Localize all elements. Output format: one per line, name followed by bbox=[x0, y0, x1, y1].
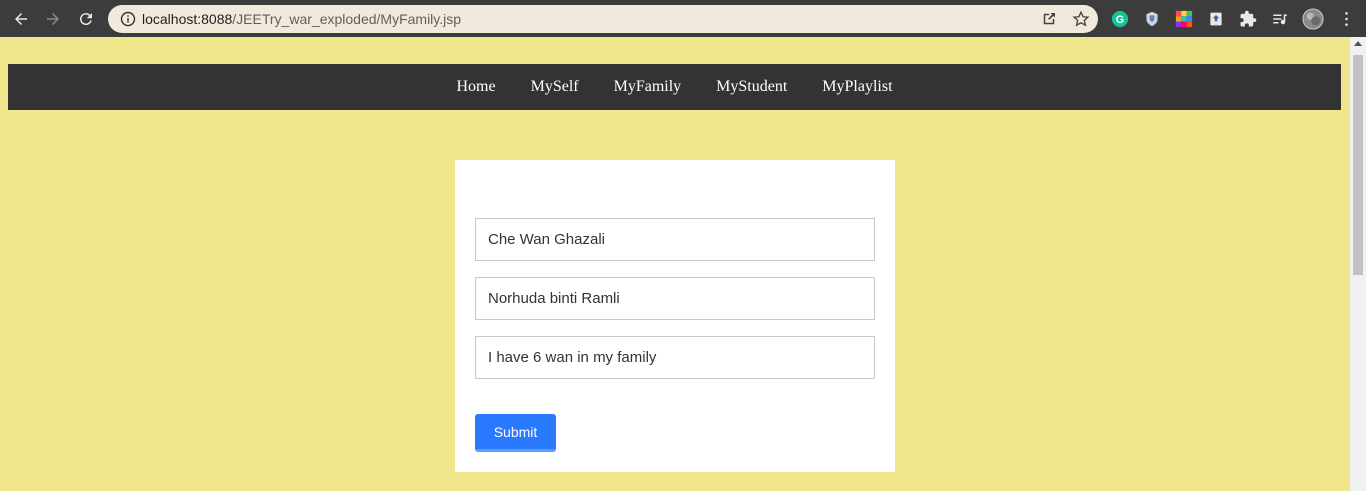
shield-extension-icon[interactable] bbox=[1142, 9, 1162, 29]
submit-button[interactable]: Submit bbox=[475, 414, 556, 452]
url-host: localhost:8088 bbox=[142, 11, 233, 27]
svg-text:G: G bbox=[1116, 14, 1124, 26]
page-scrollbar[interactable] bbox=[1350, 37, 1366, 491]
address-bar[interactable]: localhost:8088/JEETry_war_exploded/MyFam… bbox=[108, 5, 1098, 33]
kebab-menu-icon[interactable] bbox=[1338, 9, 1354, 29]
site-navbar: Home MySelf MyFamily MyStudent MyPlaylis… bbox=[8, 64, 1341, 110]
nav-link-myself[interactable]: MySelf bbox=[513, 78, 596, 96]
back-icon[interactable] bbox=[5, 0, 37, 37]
nav-link-myplaylist[interactable]: MyPlaylist bbox=[805, 78, 910, 96]
nav-link-mystudent[interactable]: MyStudent bbox=[699, 78, 805, 96]
site-info-icon[interactable] bbox=[120, 11, 136, 27]
forward-icon[interactable] bbox=[37, 0, 69, 37]
family-form-card: Submit bbox=[455, 160, 895, 472]
upload-extension-icon[interactable] bbox=[1206, 9, 1226, 29]
reload-icon[interactable] bbox=[70, 0, 102, 37]
nav-link-myfamily[interactable]: MyFamily bbox=[596, 78, 699, 96]
scroll-up-icon[interactable] bbox=[1354, 41, 1362, 46]
profile-avatar[interactable] bbox=[1301, 7, 1325, 31]
bookmark-star-icon[interactable] bbox=[1072, 10, 1090, 28]
nav-link-home[interactable]: Home bbox=[439, 78, 513, 96]
family-description-input[interactable] bbox=[475, 336, 875, 379]
url-path: /JEETry_war_exploded/MyFamily.jsp bbox=[232, 11, 462, 27]
share-icon[interactable] bbox=[1040, 10, 1058, 28]
father-name-input[interactable] bbox=[475, 218, 875, 261]
reading-list-icon[interactable] bbox=[1270, 9, 1290, 29]
grammarly-icon[interactable]: G bbox=[1110, 9, 1130, 29]
color-extension-icon[interactable] bbox=[1174, 9, 1194, 29]
browser-toolbar: localhost:8088/JEETry_war_exploded/MyFam… bbox=[0, 0, 1366, 37]
scrollbar-thumb[interactable] bbox=[1353, 55, 1363, 275]
mother-name-input[interactable] bbox=[475, 277, 875, 320]
puzzle-extensions-icon[interactable] bbox=[1238, 9, 1258, 29]
url-text: localhost:8088/JEETry_war_exploded/MyFam… bbox=[142, 11, 461, 27]
